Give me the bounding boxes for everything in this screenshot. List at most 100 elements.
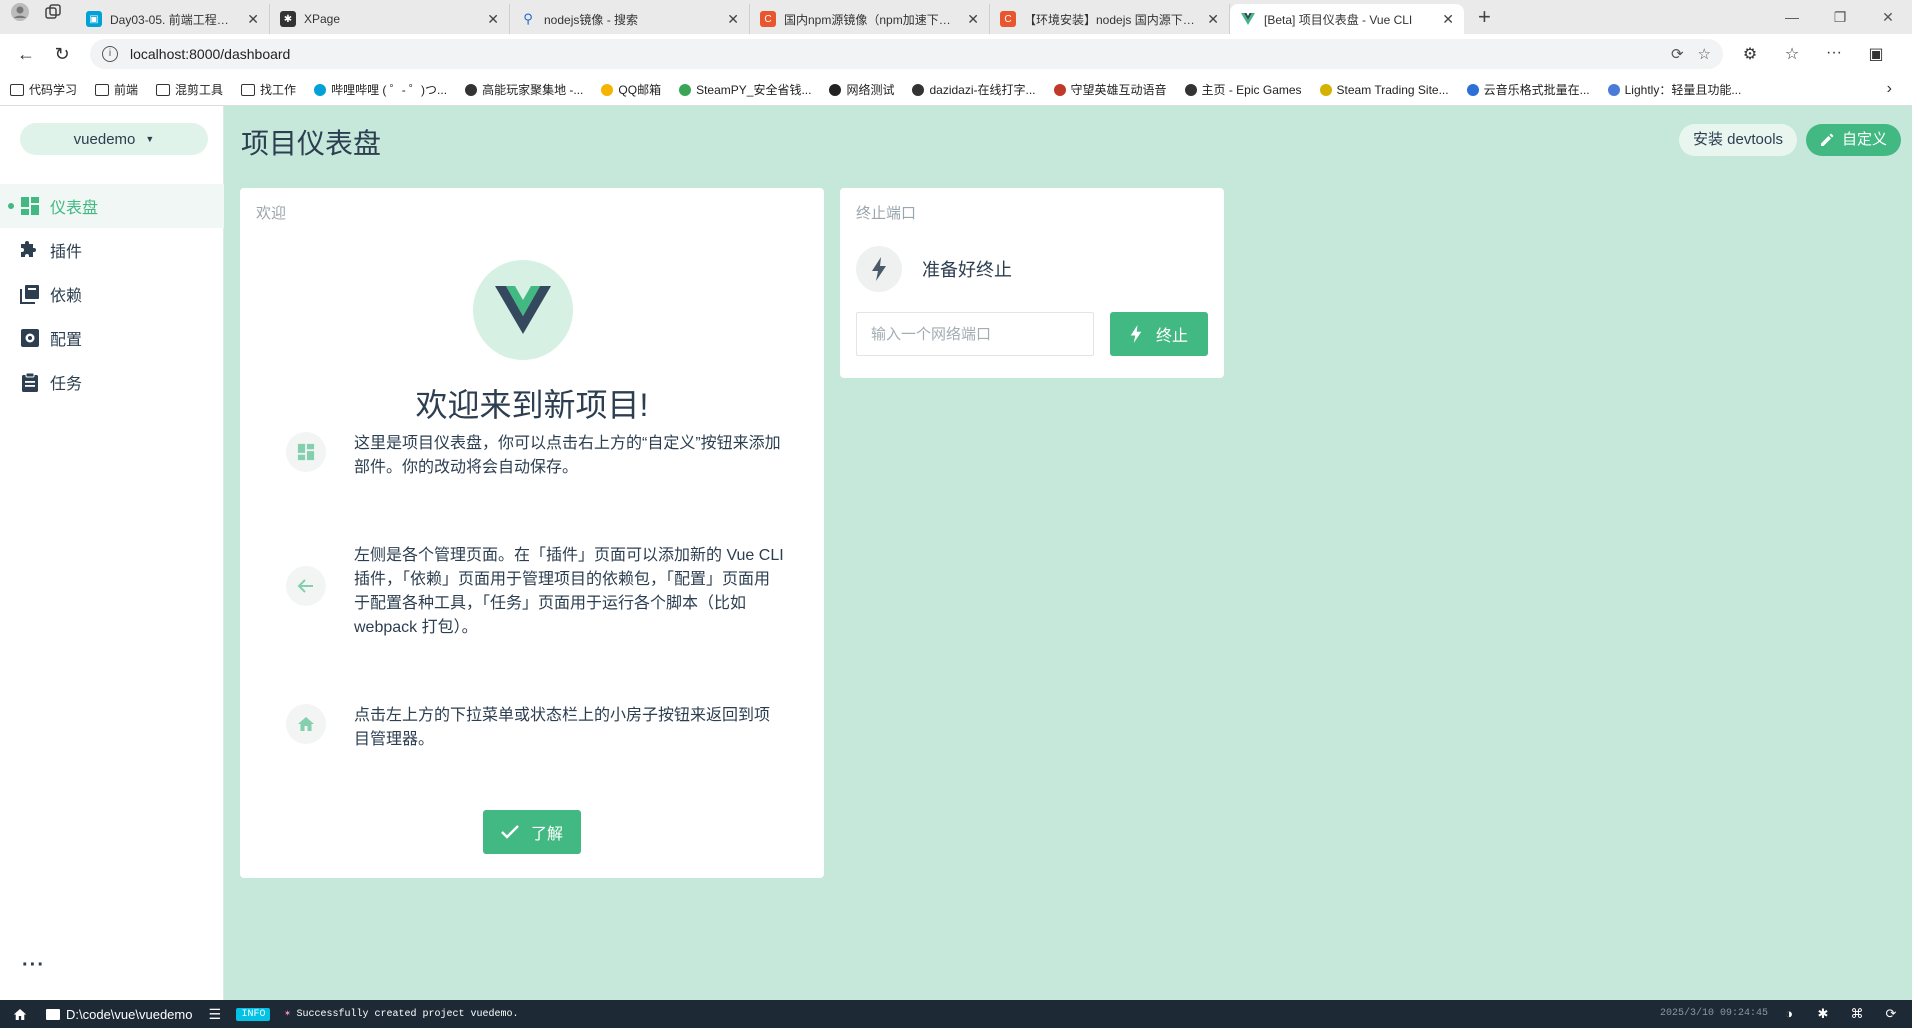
window-controls: — ❐ ✕ bbox=[1768, 0, 1912, 34]
home-icon[interactable] bbox=[0, 1000, 40, 1028]
kill-label: 终止 bbox=[1155, 328, 1188, 345]
browser-tab-5[interactable]: [Beta] 项目仪表盘 - Vue CLI ✕ bbox=[1230, 4, 1464, 34]
bookmark-label: 混剪工具 bbox=[175, 83, 224, 97]
widget-title: 欢迎 bbox=[256, 205, 287, 222]
back-icon[interactable]: ← bbox=[8, 44, 44, 65]
project-path[interactable]: D:\code\vue\vuedemo bbox=[40, 1007, 204, 1022]
customize-button[interactable]: 自定义 bbox=[1806, 124, 1902, 156]
translate-icon[interactable]: ⟳ bbox=[1671, 45, 1684, 63]
browser-tab-0[interactable]: ▣ Day03-05. 前端工程化-Vue项目_哔 ✕ bbox=[76, 4, 270, 34]
bookmark-item[interactable]: 守望英雄互动语音 bbox=[1053, 81, 1167, 98]
sidebar-item-dashboard[interactable]: 仪表盘 bbox=[0, 184, 224, 228]
refresh-icon[interactable]: ⟳ bbox=[1874, 1000, 1908, 1028]
close-icon[interactable]: ✕ bbox=[487, 11, 499, 28]
bookmark-item[interactable]: dazidazi-在线打字... bbox=[912, 81, 1036, 98]
profile-icon[interactable] bbox=[10, 2, 30, 27]
browser-tab-4[interactable]: C 【环境安装】nodejs 国内源下载与 ✕ bbox=[990, 4, 1230, 34]
sidebar-item-label: 插件 bbox=[50, 244, 83, 261]
sidebar-item-label: 依赖 bbox=[50, 288, 83, 305]
bug-icon[interactable]: ✱ bbox=[1806, 1000, 1840, 1028]
console-icon[interactable]: ☰ bbox=[208, 1006, 230, 1023]
last-log-message[interactable]: ✶ Successfully created project vuedemo. bbox=[284, 1008, 518, 1020]
search-icon: ⚲ bbox=[523, 11, 533, 26]
sidebar-item-configuration[interactable]: 配置 bbox=[0, 316, 224, 360]
browser-toolbar: ← ↻ i localhost:8000/dashboard ⟳ ☆ ⚙ ☆ ·… bbox=[0, 34, 1912, 74]
welcome-heading: 欢迎来到新项目! bbox=[415, 387, 649, 423]
browser-tab-1[interactable]: ✱ XPage ✕ bbox=[270, 4, 510, 34]
welcome-widget: 欢迎 欢迎来到新项目! 这里是项目仪表盘，你可以点击右上方的“自定义”按钮来添加… bbox=[240, 188, 824, 878]
new-tab-button[interactable]: + bbox=[1464, 4, 1505, 34]
favorites-icon[interactable]: ☆ bbox=[1771, 44, 1813, 64]
bookmark-item[interactable]: Lightly：轻量且功能... bbox=[1607, 81, 1741, 98]
sidebar-item-dependencies[interactable]: 依赖 bbox=[0, 272, 224, 316]
minimize-icon[interactable]: — bbox=[1768, 0, 1816, 34]
coin-icon bbox=[1319, 83, 1332, 96]
vue-icon bbox=[1240, 11, 1256, 27]
settings-icon bbox=[21, 329, 39, 347]
install-devtools-label: 安装 devtools bbox=[1693, 131, 1784, 148]
bookmark-item[interactable]: 代码学习 bbox=[10, 81, 77, 98]
bilibili-icon bbox=[314, 83, 327, 96]
browser-tab-3[interactable]: C 国内npm源镜像（npm加速下载） ✕ bbox=[750, 4, 990, 34]
browser-tab-2[interactable]: ⚲ nodejs镜像 - 搜索 ✕ bbox=[510, 4, 750, 34]
project-selector[interactable]: vuedemo ▼ bbox=[20, 123, 208, 155]
bookmark-item[interactable]: 前端 bbox=[95, 81, 138, 98]
status-bar-actions: ◑ ✱ ⌘ ⟳ bbox=[1772, 1000, 1908, 1028]
close-icon[interactable]: ✕ bbox=[727, 11, 739, 28]
bookmark-label: SteamPY_安全省钱... bbox=[696, 83, 812, 97]
more-options-icon[interactable]: ··· bbox=[22, 954, 45, 977]
address-bar[interactable]: i localhost:8000/dashboard ⟳ ☆ bbox=[90, 39, 1723, 69]
close-icon[interactable]: ✕ bbox=[247, 11, 259, 28]
mail-icon bbox=[601, 83, 614, 96]
bookmark-item[interactable]: 云音乐格式批量在... bbox=[1466, 81, 1590, 98]
install-devtools-button[interactable]: 安装 devtools bbox=[1679, 124, 1798, 156]
bookmark-label: 哔哩哔哩 ( ゜- ゜)つ... bbox=[331, 83, 448, 97]
sidebar-item-plugins[interactable]: 插件 bbox=[0, 228, 224, 272]
kill-status-text: 准备好终止 bbox=[922, 260, 1012, 280]
music-icon bbox=[1466, 83, 1479, 96]
bookmark-item[interactable]: 网络测试 bbox=[829, 81, 894, 98]
got-it-label: 了解 bbox=[530, 826, 563, 843]
tv-icon: ▣ bbox=[86, 11, 102, 27]
translate-icon[interactable]: ⌘ bbox=[1840, 1000, 1874, 1028]
home-icon bbox=[286, 704, 326, 744]
url-text[interactable]: localhost:8000/dashboard bbox=[130, 46, 1657, 62]
page-title: 项目仪表盘 bbox=[241, 128, 382, 159]
kill-button[interactable]: 终止 bbox=[1110, 312, 1208, 356]
bookmark-item[interactable]: QQ邮箱 bbox=[601, 81, 661, 98]
overwatch-icon bbox=[1053, 83, 1066, 96]
customize-label: 自定义 bbox=[1842, 131, 1888, 148]
bookmark-item[interactable]: 混剪工具 bbox=[156, 81, 223, 98]
bookmark-item[interactable]: Steam Trading Site... bbox=[1319, 83, 1449, 97]
bolt-icon bbox=[1130, 325, 1142, 343]
epic-icon bbox=[1184, 83, 1197, 96]
bookmark-item[interactable]: 找工作 bbox=[241, 81, 296, 98]
sidebar-item-label: 配置 bbox=[50, 332, 83, 349]
folder-icon bbox=[241, 83, 256, 96]
sidebar-toggle-icon[interactable]: ▣ bbox=[1855, 44, 1897, 64]
port-input[interactable] bbox=[856, 312, 1094, 356]
workspaces-icon[interactable] bbox=[44, 3, 62, 26]
more-menu-icon[interactable]: ··· bbox=[1813, 44, 1855, 64]
reload-icon[interactable]: ↻ bbox=[44, 44, 80, 65]
sidebar-item-tasks[interactable]: 任务 bbox=[0, 360, 224, 404]
bookmark-item[interactable]: 高能玩家聚集地 -... bbox=[465, 81, 583, 98]
bookmark-item[interactable]: 主页 - Epic Games bbox=[1184, 81, 1302, 98]
got-it-button[interactable]: 了解 bbox=[483, 810, 581, 854]
favorite-star-icon[interactable]: ☆ bbox=[1698, 45, 1711, 63]
bookmark-item[interactable]: 哔哩哔哩 ( ゜- ゜)つ... bbox=[314, 81, 447, 98]
extensions-icon[interactable]: ⚙ bbox=[1729, 44, 1771, 64]
dark-mode-icon[interactable]: ◑ bbox=[1772, 1000, 1806, 1028]
bookmark-label: QQ邮箱 bbox=[618, 83, 662, 97]
site-info-icon[interactable]: i bbox=[102, 46, 118, 62]
close-window-icon[interactable]: ✕ bbox=[1864, 0, 1912, 34]
bookmark-item[interactable]: SteamPY_安全省钱... bbox=[679, 81, 811, 98]
close-icon[interactable]: ✕ bbox=[1442, 11, 1454, 28]
bookmark-label: 前端 bbox=[114, 83, 139, 97]
restore-icon[interactable]: ❐ bbox=[1816, 0, 1864, 34]
bookmark-label: 云音乐格式批量在... bbox=[1483, 83, 1590, 97]
close-icon[interactable]: ✕ bbox=[967, 11, 979, 28]
bookmarks-overflow-icon[interactable]: › bbox=[1887, 80, 1892, 98]
close-icon[interactable]: ✕ bbox=[1207, 11, 1219, 28]
sidebar-nav: 仪表盘 插件 依赖 配置 任务 bbox=[0, 184, 224, 404]
